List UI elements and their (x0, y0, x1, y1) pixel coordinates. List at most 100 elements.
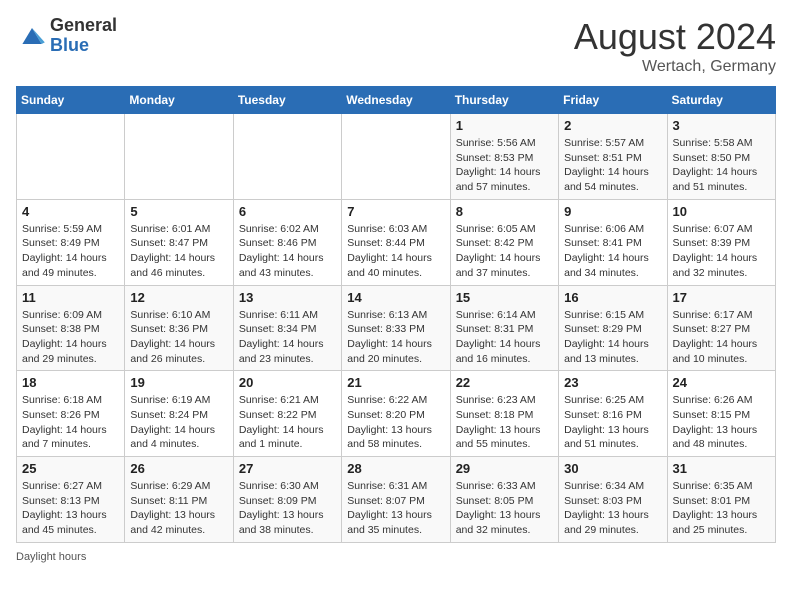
day-number: 13 (239, 290, 336, 305)
week-row-5: 25 Sunrise: 6:27 AM Sunset: 8:13 PM Dayli… (17, 457, 776, 543)
day-info: Sunrise: 6:21 AM Sunset: 8:22 PM Dayligh… (239, 393, 336, 452)
day-number: 4 (22, 204, 119, 219)
cell-w4-d1: 18 Sunrise: 6:18 AM Sunset: 8:26 PM Dayli… (17, 371, 125, 457)
cell-w1-d5: 1 Sunrise: 5:56 AM Sunset: 8:53 PM Daylig… (450, 114, 558, 200)
day-info: Sunrise: 6:33 AM Sunset: 8:05 PM Dayligh… (456, 479, 553, 538)
cell-w3-d6: 16 Sunrise: 6:15 AM Sunset: 8:29 PM Dayli… (559, 285, 667, 371)
day-number: 5 (130, 204, 227, 219)
day-number: 24 (673, 375, 770, 390)
day-info: Sunrise: 5:56 AM Sunset: 8:53 PM Dayligh… (456, 136, 553, 195)
cell-w5-d7: 31Sunrise: 6:35 AM Sunset: 8:01 PM Dayli… (667, 457, 775, 543)
day-number: 16 (564, 290, 661, 305)
day-info: Sunrise: 6:25 AM Sunset: 8:16 PM Dayligh… (564, 393, 661, 452)
cell-w4-d3: 20Sunrise: 6:21 AM Sunset: 8:22 PM Dayli… (233, 371, 341, 457)
day-number: 12 (130, 290, 227, 305)
day-info: Sunrise: 6:31 AM Sunset: 8:07 PM Dayligh… (347, 479, 444, 538)
day-number: 14 (347, 290, 444, 305)
day-info: Sunrise: 6:19 AM Sunset: 8:24 PM Dayligh… (130, 393, 227, 452)
day-number: 2 (564, 118, 661, 133)
day-number: 1 (456, 118, 553, 133)
footer-label: Daylight hours (16, 551, 86, 563)
day-info: Sunrise: 6:13 AM Sunset: 8:33 PM Dayligh… (347, 308, 444, 367)
cell-w4-d5: 22Sunrise: 6:23 AM Sunset: 8:18 PM Dayli… (450, 371, 558, 457)
day-number: 23 (564, 375, 661, 390)
cell-w5-d6: 30 Sunrise: 6:34 AM Sunset: 8:03 PM Dayli… (559, 457, 667, 543)
cell-w3-d4: 14 Sunrise: 6:13 AM Sunset: 8:33 PM Dayli… (342, 285, 450, 371)
cell-w5-d3: 27Sunrise: 6:30 AM Sunset: 8:09 PM Dayli… (233, 457, 341, 543)
week-row-4: 18 Sunrise: 6:18 AM Sunset: 8:26 PM Dayli… (17, 371, 776, 457)
day-info: Sunrise: 6:35 AM Sunset: 8:01 PM Dayligh… (673, 479, 770, 538)
day-info: Sunrise: 6:27 AM Sunset: 8:13 PM Dayligh… (22, 479, 119, 538)
day-number: 7 (347, 204, 444, 219)
cell-w2-d3: 6 Sunrise: 6:02 AM Sunset: 8:46 PM Daylig… (233, 199, 341, 285)
calendar-table: Sunday Monday Tuesday Wednesday Thursday… (16, 86, 776, 543)
day-info: Sunrise: 6:03 AM Sunset: 8:44 PM Dayligh… (347, 222, 444, 281)
day-info: Sunrise: 6:09 AM Sunset: 8:38 PM Dayligh… (22, 308, 119, 367)
cell-w1-d7: 3 Sunrise: 5:58 AM Sunset: 8:50 PM Daylig… (667, 114, 775, 200)
cell-w2-d4: 7 Sunrise: 6:03 AM Sunset: 8:44 PM Daylig… (342, 199, 450, 285)
cell-w3-d7: 17Sunrise: 6:17 AM Sunset: 8:27 PM Dayli… (667, 285, 775, 371)
month-title: August 2024 (574, 16, 776, 58)
cell-w5-d1: 25 Sunrise: 6:27 AM Sunset: 8:13 PM Dayli… (17, 457, 125, 543)
day-info: Sunrise: 6:15 AM Sunset: 8:29 PM Dayligh… (564, 308, 661, 367)
day-info: Sunrise: 5:59 AM Sunset: 8:49 PM Dayligh… (22, 222, 119, 281)
day-number: 29 (456, 461, 553, 476)
day-info: Sunrise: 6:22 AM Sunset: 8:20 PM Dayligh… (347, 393, 444, 452)
logo: General Blue (16, 16, 117, 56)
day-number: 19 (130, 375, 227, 390)
day-info: Sunrise: 6:01 AM Sunset: 8:47 PM Dayligh… (130, 222, 227, 281)
day-number: 18 (22, 375, 119, 390)
day-info: Sunrise: 6:02 AM Sunset: 8:46 PM Dayligh… (239, 222, 336, 281)
day-info: Sunrise: 6:26 AM Sunset: 8:15 PM Dayligh… (673, 393, 770, 452)
day-number: 28 (347, 461, 444, 476)
day-info: Sunrise: 5:58 AM Sunset: 8:50 PM Dayligh… (673, 136, 770, 195)
day-info: Sunrise: 6:23 AM Sunset: 8:18 PM Dayligh… (456, 393, 553, 452)
day-number: 17 (673, 290, 770, 305)
cell-w2-d1: 4 Sunrise: 5:59 AM Sunset: 8:49 PM Daylig… (17, 199, 125, 285)
cell-w1-d1 (17, 114, 125, 200)
day-info: Sunrise: 6:06 AM Sunset: 8:41 PM Dayligh… (564, 222, 661, 281)
day-number: 21 (347, 375, 444, 390)
day-number: 25 (22, 461, 119, 476)
col-monday: Monday (125, 87, 233, 114)
day-number: 6 (239, 204, 336, 219)
day-number: 3 (673, 118, 770, 133)
day-info: Sunrise: 6:07 AM Sunset: 8:39 PM Dayligh… (673, 222, 770, 281)
cell-w1-d2 (125, 114, 233, 200)
page-header: General Blue August 2024 Wertach, German… (16, 16, 776, 76)
cell-w2-d6: 9Sunrise: 6:06 AM Sunset: 8:41 PM Daylig… (559, 199, 667, 285)
col-sunday: Sunday (17, 87, 125, 114)
header-row: Sunday Monday Tuesday Wednesday Thursday… (17, 87, 776, 114)
cell-w1-d6: 2Sunrise: 5:57 AM Sunset: 8:51 PM Daylig… (559, 114, 667, 200)
col-wednesday: Wednesday (342, 87, 450, 114)
day-info: Sunrise: 6:10 AM Sunset: 8:36 PM Dayligh… (130, 308, 227, 367)
logo-icon (16, 20, 48, 52)
title-block: August 2024 Wertach, Germany (574, 16, 776, 76)
col-tuesday: Tuesday (233, 87, 341, 114)
cell-w4-d4: 21 Sunrise: 6:22 AM Sunset: 8:20 PM Dayli… (342, 371, 450, 457)
logo-general: General (50, 16, 117, 36)
week-row-1: 1 Sunrise: 5:56 AM Sunset: 8:53 PM Daylig… (17, 114, 776, 200)
location-title: Wertach, Germany (574, 58, 776, 76)
day-number: 8 (456, 204, 553, 219)
day-number: 10 (673, 204, 770, 219)
calendar-header: Sunday Monday Tuesday Wednesday Thursday… (17, 87, 776, 114)
footer: Daylight hours (16, 551, 776, 563)
cell-w2-d2: 5 Sunrise: 6:01 AM Sunset: 8:47 PM Daylig… (125, 199, 233, 285)
logo-blue: Blue (50, 36, 117, 56)
cell-w3-d5: 15 Sunrise: 6:14 AM Sunset: 8:31 PM Dayli… (450, 285, 558, 371)
cell-w4-d6: 23 Sunrise: 6:25 AM Sunset: 8:16 PM Dayli… (559, 371, 667, 457)
col-saturday: Saturday (667, 87, 775, 114)
day-info: Sunrise: 6:34 AM Sunset: 8:03 PM Dayligh… (564, 479, 661, 538)
day-info: Sunrise: 6:18 AM Sunset: 8:26 PM Dayligh… (22, 393, 119, 452)
day-info: Sunrise: 6:05 AM Sunset: 8:42 PM Dayligh… (456, 222, 553, 281)
day-number: 15 (456, 290, 553, 305)
day-number: 27 (239, 461, 336, 476)
day-number: 30 (564, 461, 661, 476)
cell-w3-d2: 12 Sunrise: 6:10 AM Sunset: 8:36 PM Dayli… (125, 285, 233, 371)
cell-w4-d2: 19 Sunrise: 6:19 AM Sunset: 8:24 PM Dayli… (125, 371, 233, 457)
col-friday: Friday (559, 87, 667, 114)
col-thursday: Thursday (450, 87, 558, 114)
week-row-3: 11Sunrise: 6:09 AM Sunset: 8:38 PM Dayli… (17, 285, 776, 371)
day-info: Sunrise: 6:14 AM Sunset: 8:31 PM Dayligh… (456, 308, 553, 367)
